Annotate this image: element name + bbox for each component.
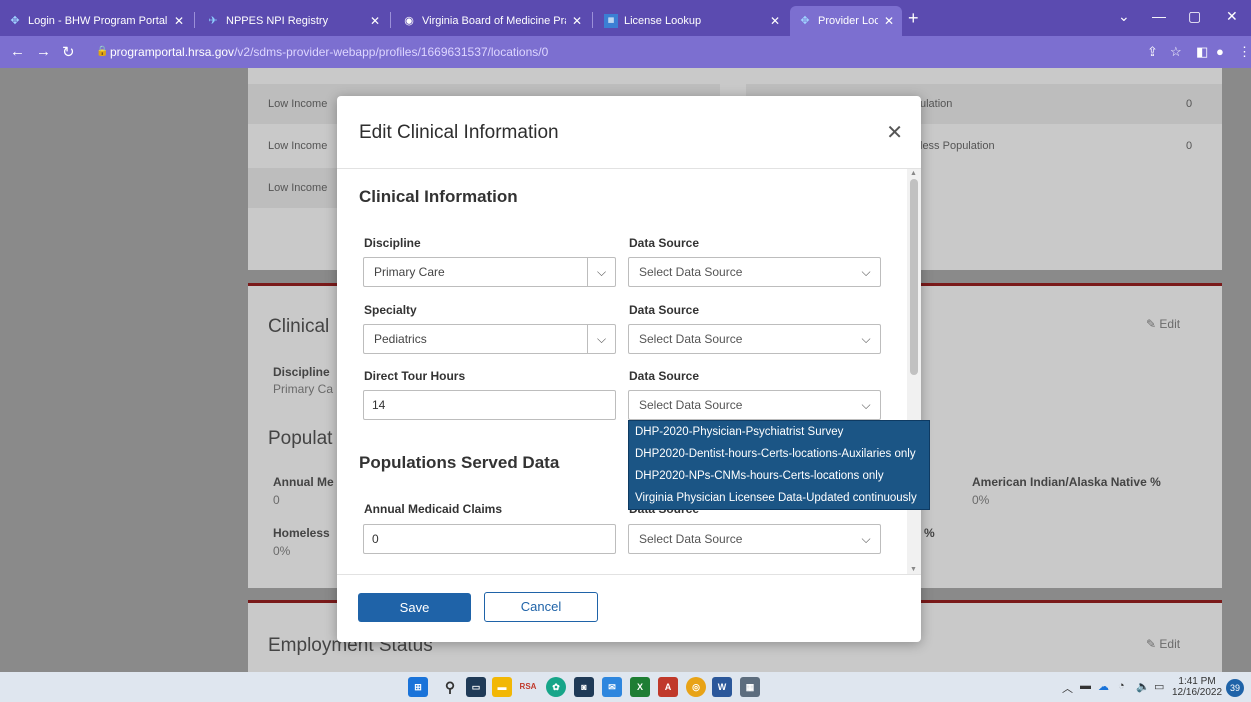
close-icon[interactable]: ✕	[370, 14, 380, 28]
modal-scrollbar[interactable]: ▲ ▼	[907, 169, 921, 574]
chevron-down-icon: ⌵	[861, 265, 871, 279]
close-icon[interactable]: ✕	[174, 14, 184, 28]
medicaid-data-source-select[interactable]: Select Data Source ⌵	[628, 524, 881, 554]
pencil-icon: ✎	[1146, 637, 1157, 651]
tab-separator	[194, 12, 195, 28]
tab-virginia-board[interactable]: ◉ Virginia Board of Medicine Practi ✕	[394, 6, 590, 36]
populations-heading: Populat	[268, 428, 333, 449]
calculator-icon[interactable]: ▦	[740, 677, 760, 697]
data-source-dropdown-list: DHP-2020-Physician-Psychiatrist Survey D…	[628, 420, 930, 510]
modal-title: Edit Clinical Information	[359, 122, 559, 143]
reload-icon[interactable]: ↻	[62, 43, 75, 61]
edit-clinical-modal: Edit Clinical Information ✕ Clinical Inf…	[337, 96, 921, 642]
url-field[interactable]: 🔒 programportal.hrsa.gov/v2/sdms-provide…	[90, 41, 1200, 63]
chevron-down-icon: ⌵	[587, 258, 615, 286]
battery-icon[interactable]: ▭	[1154, 680, 1164, 693]
edit-link[interactable]: ✎ Edit	[1146, 317, 1180, 331]
specialty-data-source-select[interactable]: Select Data Source ⌵	[628, 324, 881, 354]
dropdown-option[interactable]: DHP2020-NPs-CNMs-hours-Certs-locations o…	[629, 465, 929, 487]
scroll-thumb[interactable]	[910, 179, 918, 375]
rsa-icon[interactable]: RSA	[518, 677, 538, 697]
cancel-button[interactable]: Cancel	[484, 592, 598, 622]
windows-taskbar: ⊞ ⚲ ▭ ▬ RSA ✿ ◙ ✉ X A ◎ W ▦ ︿ ▬ ☁ ◔ 🔈 ▭ …	[0, 672, 1251, 702]
maximize-button[interactable]: ▢	[1188, 8, 1201, 25]
new-tab-button[interactable]: +	[908, 9, 919, 27]
globe-icon: ◉	[404, 15, 414, 27]
hours-data-source-select[interactable]: Select Data Source ⌵	[628, 390, 881, 420]
windows-start-icon[interactable]: ⊞	[408, 677, 428, 697]
direct-hours-input[interactable]: 14	[363, 390, 616, 420]
discipline-select[interactable]: Primary Care ⌵	[363, 257, 616, 287]
medicaid-claims-input[interactable]: 0	[363, 524, 616, 554]
specialty-select[interactable]: Pediatrics ⌵	[363, 324, 616, 354]
minimize-button[interactable]: —	[1152, 8, 1166, 24]
modal-body: Clinical Information Discipline Data Sou…	[337, 169, 907, 574]
tab-separator	[390, 12, 391, 28]
back-arrow-icon[interactable]: ←	[10, 43, 25, 60]
dhp-icon: ▦	[604, 14, 618, 28]
chevron-up-icon[interactable]: ︿	[1062, 680, 1073, 696]
edit-link[interactable]: ✎ Edit	[1146, 637, 1180, 651]
address-bar: ← → ↻ 🔒 programportal.hrsa.gov/v2/sdms-p…	[0, 36, 1251, 68]
forward-arrow-icon[interactable]: →	[36, 43, 51, 60]
close-icon[interactable]: ✕	[886, 120, 903, 145]
close-icon[interactable]: ✕	[770, 14, 780, 28]
close-window-button[interactable]: ✕	[1226, 8, 1238, 25]
hrsa-icon: ✥	[800, 15, 810, 27]
search-icon[interactable]: ⚲	[440, 677, 460, 697]
star-icon[interactable]: ☆	[1170, 44, 1182, 60]
clinical-section-title: Clinical Information	[359, 187, 518, 206]
chevron-down-icon[interactable]: ⌄	[1118, 8, 1130, 25]
tray-app-icon[interactable]: ▬	[1080, 680, 1091, 692]
chevron-down-icon: ⌵	[861, 532, 871, 546]
close-icon[interactable]: ✕	[572, 14, 582, 28]
tab-separator	[592, 12, 593, 28]
chrome-icon[interactable]: ◎	[686, 677, 706, 697]
lock-icon: 🔒	[96, 46, 109, 57]
acrobat-icon[interactable]: A	[658, 677, 678, 697]
chevron-down-icon: ⌵	[861, 398, 871, 412]
file-explorer-icon[interactable]: ▬	[492, 677, 512, 697]
populations-section-title: Populations Served Data	[359, 453, 560, 472]
chevron-down-icon: ⌵	[861, 332, 871, 346]
word-icon[interactable]: W	[712, 677, 732, 697]
chevron-down-icon: ⌵	[587, 325, 615, 353]
clock[interactable]: 1:41 PM 12/16/2022	[1172, 676, 1222, 698]
notification-badge[interactable]: 39	[1226, 679, 1244, 697]
sidepanel-icon[interactable]: ◧	[1196, 44, 1208, 60]
divider	[337, 574, 921, 575]
discipline-data-source-select[interactable]: Select Data Source ⌵	[628, 257, 881, 287]
tab-provider-location[interactable]: ✥ Provider Location ✕	[790, 6, 902, 36]
outlook-icon[interactable]: ✉	[602, 677, 622, 697]
plane-icon: ✈	[208, 15, 218, 27]
tab-login[interactable]: ✥ Login - BHW Program Portal ✕	[0, 6, 192, 36]
tab-nppes[interactable]: ✈ NPPES NPI Registry ✕	[198, 6, 388, 36]
clinical-heading: Clinical	[268, 316, 330, 337]
pencil-icon: ✎	[1146, 317, 1157, 331]
onedrive-icon[interactable]: ☁	[1098, 680, 1109, 693]
scroll-down-icon[interactable]: ▼	[910, 566, 917, 573]
wifi-icon[interactable]: ◔	[1118, 680, 1125, 692]
tab-license-lookup[interactable]: ▦ License Lookup ✕	[596, 6, 788, 36]
save-button[interactable]: Save	[358, 593, 471, 622]
close-icon[interactable]: ✕	[884, 14, 894, 28]
menu-icon[interactable]: ⋮	[1238, 44, 1251, 60]
scroll-up-icon[interactable]: ▲	[910, 170, 917, 177]
browser-tab-bar: ✥ Login - BHW Program Portal ✕ ✈ NPPES N…	[0, 0, 1251, 36]
excel-icon[interactable]: X	[630, 677, 650, 697]
task-view-icon[interactable]: ▭	[466, 677, 486, 697]
app-icon[interactable]: ✿	[546, 677, 566, 697]
dropdown-option[interactable]: Virginia Physician Licensee Data-Updated…	[629, 487, 929, 509]
camera-icon[interactable]: ◙	[574, 677, 594, 697]
dropdown-option[interactable]: DHP-2020-Physician-Psychiatrist Survey	[629, 421, 929, 443]
volume-icon[interactable]: 🔈	[1136, 680, 1150, 693]
profile-icon[interactable]: ●	[1216, 44, 1224, 59]
hrsa-icon: ✥	[10, 15, 20, 27]
dropdown-option[interactable]: DHP2020-Dentist-hours-Certs-locations-Au…	[629, 443, 929, 465]
share-icon[interactable]: ⇪	[1147, 44, 1158, 60]
